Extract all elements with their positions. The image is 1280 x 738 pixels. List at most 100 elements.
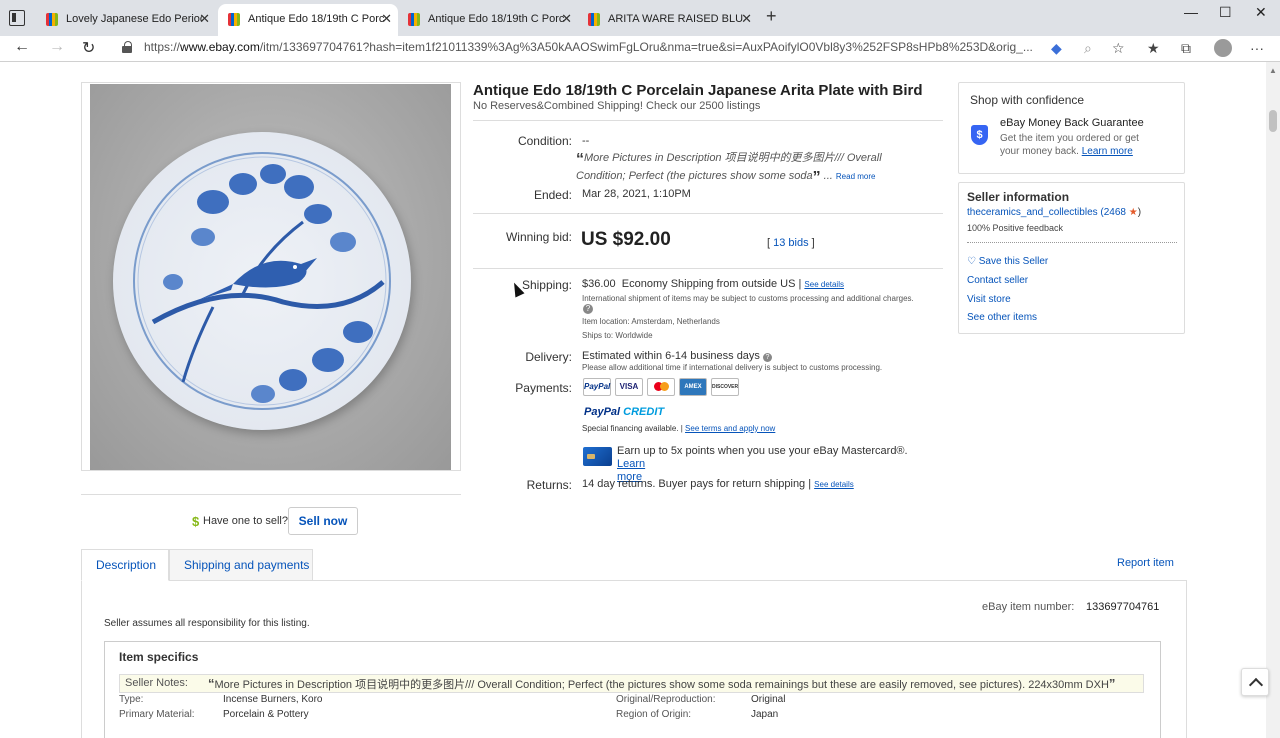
plate-image <box>113 132 411 430</box>
browser-tab-4[interactable]: ARITA WARE RAISED BLUE & WH ✕ <box>578 4 758 36</box>
extension-icon[interactable]: ◆ <box>1051 40 1062 57</box>
mastercard-learn-link[interactable]: Learn <box>617 458 645 470</box>
close-window-button[interactable]: ✕ <box>1255 4 1267 21</box>
intl-shipping-note: International shipment of items may be s… <box>582 294 914 303</box>
shipping-details-link[interactable]: See details <box>804 280 844 289</box>
refresh-icon[interactable]: ↻ <box>82 38 95 58</box>
maximize-button[interactable]: ☐ <box>1219 4 1232 21</box>
back-arrow-icon[interactable]: ← <box>14 38 30 56</box>
report-item-link[interactable]: Report item <box>1117 557 1174 569</box>
region-label: Region of Origin: <box>616 709 692 720</box>
ebay-favicon-icon <box>228 13 240 26</box>
browser-tab-1[interactable]: Lovely Japanese Edo Period 19th ✕ <box>36 4 216 36</box>
browser-tab-3[interactable]: Antique Edo 18/19th C Porcelain ✕ <box>398 4 578 36</box>
seller-notes-value: More Pictures in Description 项目说明中的更多图片/… <box>214 679 1109 691</box>
ebay-favicon-icon <box>46 13 58 26</box>
ships-to: Ships to: Worldwide <box>582 331 653 340</box>
see-terms-link[interactable]: See terms and apply now <box>685 424 775 433</box>
ebay-favicon-icon <box>588 13 600 26</box>
favorites-icon[interactable]: ★ <box>1147 40 1160 57</box>
sell-prompt: Have one to sell? <box>203 515 288 527</box>
guarantee-learn-more-link[interactable]: Learn more <box>1082 146 1133 157</box>
shop-confidence-box: Shop with confidence eBay Money Back Gua… <box>958 82 1185 174</box>
other-items-link[interactable]: See other items <box>967 312 1037 323</box>
financing-row: Special financing available. | See terms… <box>582 424 775 433</box>
read-more-link[interactable]: Read more <box>836 172 876 181</box>
condition-label: Condition: <box>517 134 572 148</box>
info-icon[interactable]: ? <box>583 304 593 314</box>
page-scrollbar[interactable]: ▲ <box>1266 62 1280 738</box>
feedback-score-link[interactable]: (2468 <box>1100 207 1126 218</box>
back-to-top-button[interactable] <box>1241 668 1269 696</box>
tab-actions-icon[interactable] <box>9 10 25 26</box>
url-path: /itm/133697704761?hash=item1f21011339%3A… <box>259 40 1033 54</box>
delivery-label: Delivery: <box>525 350 572 364</box>
scrollbar-thumb[interactable] <box>1269 110 1277 132</box>
winning-bid-value: US $92.00 <box>581 229 671 250</box>
positive-feedback: 100% Positive feedback <box>967 223 1064 233</box>
product-photo[interactable] <box>90 84 451 470</box>
close-quote-icon: ” <box>812 169 821 186</box>
dollar-icon: $ <box>192 514 200 529</box>
condition-divider <box>473 213 943 214</box>
plate-bird-painting <box>133 152 391 410</box>
notes-close-quote-icon: ” <box>1108 676 1116 691</box>
minimize-button[interactable]: — <box>1184 4 1198 20</box>
add-favorite-icon[interactable]: ☆ <box>1112 40 1125 57</box>
new-tab-button[interactable]: + <box>766 6 777 27</box>
bids-count: [ 13 bids ] <box>767 237 815 249</box>
tab-description[interactable]: Description <box>81 549 169 581</box>
payments-label: Payments: <box>515 381 572 395</box>
seller-notes-text: “More Pictures in Description 项目说明中的更多图片… <box>208 675 1116 692</box>
seller-notes-label: Seller Notes: <box>125 677 188 689</box>
orig-value: Original <box>751 694 786 705</box>
contact-seller-link[interactable]: Contact seller <box>967 275 1028 286</box>
save-seller-link[interactable]: ♡ Save this Seller <box>967 256 1048 267</box>
url-field[interactable]: https://www.ebay.com/itm/133697704761?ha… <box>144 40 1034 54</box>
lock-icon[interactable] <box>122 41 132 53</box>
forward-arrow-icon[interactable]: → <box>49 38 65 56</box>
paypal-credit-b: CREDIT <box>623 406 665 418</box>
financing-text: Special financing available. | <box>582 424 683 433</box>
type-label: Type: <box>119 694 144 705</box>
more-menu-icon[interactable]: ··· <box>1250 40 1264 56</box>
close-tab-icon[interactable]: ✕ <box>741 4 752 34</box>
ebay-favicon-icon <box>408 13 420 26</box>
bids-link[interactable]: 13 bids <box>773 237 808 249</box>
shipping-method: Economy Shipping from outside US | <box>621 278 802 290</box>
orig-label: Original/Reproduction: <box>616 694 716 705</box>
collections-icon[interactable]: ⧉ <box>1181 40 1191 57</box>
paypal-icon: PayPal <box>583 378 611 396</box>
paypal-credit-a: PayPal <box>584 406 621 418</box>
open-quote-icon: “ <box>576 151 584 168</box>
profile-avatar[interactable] <box>1214 39 1232 57</box>
delivery-value: Estimated within 6-14 business days ? <box>582 350 772 362</box>
zoom-icon[interactable]: ⌕ <box>1084 40 1092 57</box>
responsibility-note: Seller assumes all responsibility for th… <box>104 618 310 629</box>
scroll-up-arrow-icon[interactable]: ▲ <box>1269 66 1277 75</box>
item-number: 133697704761 <box>1086 601 1160 613</box>
title-divider <box>473 120 943 121</box>
guarantee-title: eBay Money Back Guarantee <box>1000 117 1144 129</box>
returns-details-link[interactable]: See details <box>814 480 854 489</box>
sell-now-button[interactable]: Sell now <box>288 507 358 535</box>
tab-shipping-payments[interactable]: Shipping and payments <box>169 549 313 581</box>
item-subtitle: No Reserves&Combined Shipping! Check our… <box>473 100 761 112</box>
condition-description: “More Pictures in Description 项目说明中的更多图片… <box>576 151 882 186</box>
browser-tab-2-active[interactable]: Antique Edo 18/19th C Porcelain ✕ <box>218 4 398 36</box>
visa-icon: VISA <box>615 378 643 396</box>
close-tab-icon[interactable]: ✕ <box>199 4 210 34</box>
guarantee-text-2: your money back. Learn more <box>1000 146 1133 157</box>
close-tab-icon[interactable]: ✕ <box>381 4 392 34</box>
condition-value: -- <box>582 135 590 147</box>
delivery-info-icon[interactable]: ? <box>763 353 772 362</box>
visit-store-link[interactable]: Visit store <box>967 294 1011 305</box>
mastercard-card-icon <box>583 447 612 466</box>
seller-heading: Seller information <box>967 190 1070 204</box>
returns-row: 14 day returns. Buyer pays for return sh… <box>582 478 854 490</box>
url-prefix: https:// <box>144 40 181 54</box>
seller-name-link[interactable]: theceramics_and_collectibles <box>967 207 1098 218</box>
address-bar-row: ← → ↻ https://www.ebay.com/itm/133697704… <box>0 36 1280 62</box>
save-seller-label: Save this Seller <box>978 256 1049 267</box>
close-tab-icon[interactable]: ✕ <box>561 4 572 34</box>
